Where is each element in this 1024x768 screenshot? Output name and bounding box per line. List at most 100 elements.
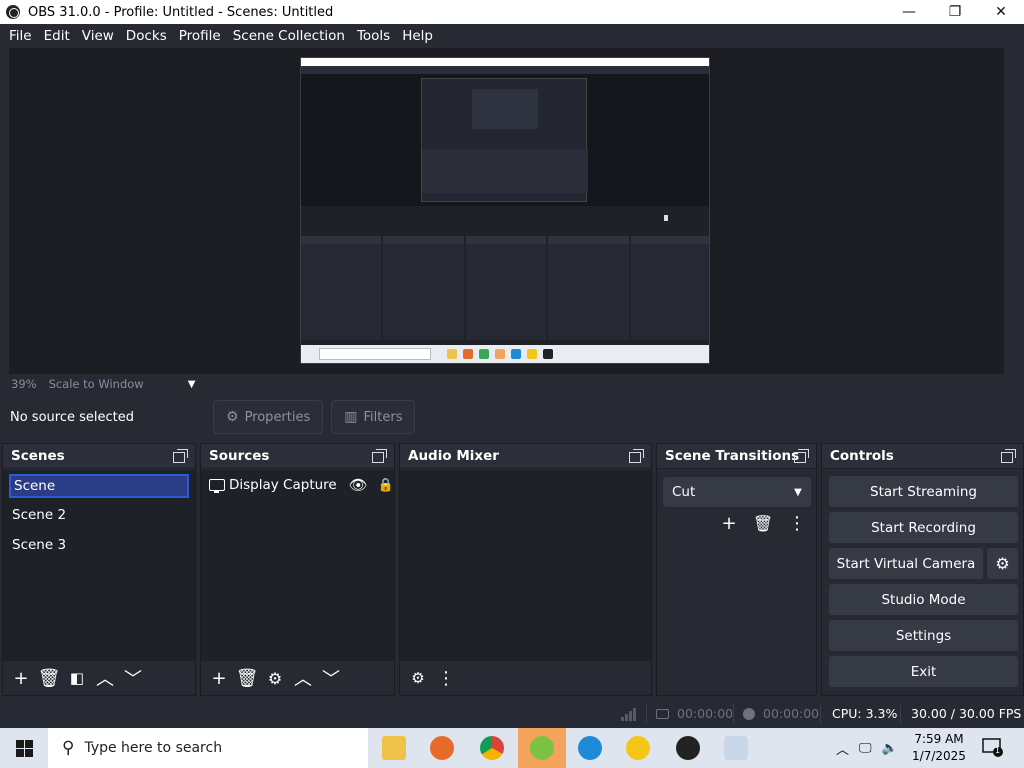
transition-select[interactable]: Cut ▼ [663, 477, 811, 507]
filters-button[interactable]: ▥ Filters [331, 400, 416, 434]
stream-camera-icon [656, 708, 669, 719]
close-button[interactable]: ✕ [978, 0, 1024, 24]
scene-list-item[interactable]: Scene 3 [3, 530, 195, 560]
more-options-icon[interactable]: ⋮ [432, 665, 460, 691]
menu-edit[interactable]: Edit [38, 28, 76, 44]
nested-docks [301, 236, 709, 340]
source-list-item[interactable]: Display Capture 👁 🔒 [201, 470, 394, 500]
filters-label: Filters [363, 409, 403, 425]
cpu-usage: CPU: 3.3% [832, 706, 898, 721]
add-scene-icon[interactable]: + [7, 665, 35, 691]
edge-button[interactable] [566, 728, 614, 768]
signal-bar [633, 708, 636, 721]
sources-list: Display Capture 👁 🔒 [201, 470, 394, 661]
remove-source-icon[interactable]: 🗑 [233, 665, 261, 691]
minimize-button[interactable]: — [886, 0, 932, 24]
undock-icon[interactable] [372, 449, 388, 463]
settings-button[interactable]: Settings [829, 620, 1018, 651]
move-down-icon[interactable]: ﹀ [119, 665, 147, 691]
status-separator [820, 704, 821, 724]
maximize-button[interactable]: ❐ [932, 0, 978, 24]
nested-app [479, 349, 489, 359]
source-properties-gear-icon[interactable]: ⚙ [261, 665, 289, 691]
scale-mode-label[interactable]: Scale to Window [49, 377, 144, 391]
remove-scene-icon[interactable]: 🗑 [35, 665, 63, 691]
scale-dropdown-icon[interactable]: ▼ [188, 379, 196, 390]
nested-preview [301, 74, 709, 206]
undock-icon[interactable] [794, 449, 810, 463]
undock-icon[interactable] [173, 449, 189, 463]
menu-docks[interactable]: Docks [120, 28, 173, 44]
gear-icon: ⚙ [226, 409, 239, 425]
move-up-icon[interactable]: ︿ [91, 665, 119, 691]
scenes-dock-header: Scenes [3, 444, 195, 469]
scene-list-item[interactable]: Scene [9, 474, 189, 498]
nested-dock [301, 236, 382, 340]
move-up-icon[interactable]: ︿ [289, 665, 317, 691]
menu-file[interactable]: File [3, 28, 38, 44]
start-streaming-button[interactable]: Start Streaming [829, 476, 1018, 507]
move-down-icon[interactable]: ﹀ [317, 665, 345, 691]
filters-icon: ▥ [344, 409, 358, 425]
app-button-yellow[interactable] [614, 728, 662, 768]
add-source-icon[interactable]: + [205, 665, 233, 691]
logo-pane [24, 739, 33, 748]
lock-icon[interactable]: 🔒 [378, 478, 394, 493]
notification-bubble-icon [982, 738, 1003, 757]
scenes-toolbar: + 🗑 ◧ ︿ ﹀ [3, 661, 195, 695]
start-button[interactable] [0, 728, 48, 768]
scene-list-item[interactable]: Scene 2 [3, 500, 195, 530]
exit-button[interactable]: Exit [829, 656, 1018, 687]
remove-transition-icon[interactable]: 🗑 [749, 510, 777, 536]
menu-profile[interactable]: Profile [173, 28, 227, 44]
file-explorer-icon [382, 736, 406, 760]
nested-app [543, 349, 553, 359]
signal-bar [621, 717, 624, 721]
visibility-eye-icon[interactable]: 👁 [349, 476, 368, 494]
nested-dock [630, 236, 709, 340]
start-recording-button[interactable]: Start Recording [829, 512, 1018, 543]
window-controls: — ❐ ✕ [886, 0, 1024, 24]
preview-area [0, 48, 1024, 374]
app-button-cloud[interactable] [712, 728, 760, 768]
notification-icon[interactable]: 1 [982, 738, 1004, 758]
clock-date: 1/7/2025 [912, 749, 966, 763]
properties-button[interactable]: ⚙ Properties [213, 400, 324, 434]
record-time: 00:00:00 [763, 706, 820, 721]
start-virtual-camera-button[interactable]: Start Virtual Camera [829, 548, 983, 579]
status-separator [900, 704, 901, 724]
audio-mixer-area [400, 470, 651, 661]
chevron-up-icon[interactable]: ︿ [836, 739, 849, 758]
stream-time: 00:00:00 [677, 706, 734, 721]
preview-canvas[interactable] [9, 48, 1004, 374]
audio-mixer-dock-title: Audio Mixer [408, 448, 499, 464]
advanced-audio-gear-icon[interactable]: ⚙ [404, 665, 432, 691]
network-icon[interactable]: 🖵 [859, 741, 872, 756]
display-capture-preview [300, 57, 710, 364]
obs-button[interactable] [664, 728, 712, 768]
virtual-camera-gear-icon[interactable]: ⚙ [987, 548, 1018, 579]
transition-more-icon[interactable]: ⋮ [783, 510, 811, 536]
scene-filters-icon[interactable]: ◧ [63, 665, 91, 691]
taskbar-search[interactable]: ⚲ Type here to search [48, 728, 368, 768]
nested-dock [383, 236, 464, 340]
firefox-button[interactable] [418, 728, 466, 768]
menu-scene-collection[interactable]: Scene Collection [227, 28, 351, 44]
studio-mode-button[interactable]: Studio Mode [829, 584, 1018, 615]
menu-tools[interactable]: Tools [351, 28, 396, 44]
menu-view[interactable]: View [76, 28, 120, 44]
chrome-button[interactable] [468, 728, 516, 768]
undock-icon[interactable] [1001, 449, 1017, 463]
undock-icon[interactable] [629, 449, 645, 463]
file-explorer-button[interactable] [370, 728, 418, 768]
preview-scale-bar: 39% Scale to Window ▼ [0, 374, 1024, 394]
menu-help[interactable]: Help [396, 28, 439, 44]
add-transition-icon[interactable]: + [715, 510, 743, 536]
taskbar-clock[interactable]: 7:59 AM 1/7/2025 [908, 731, 970, 765]
nested-app [527, 349, 537, 359]
volume-icon[interactable]: 🔈 [882, 741, 898, 756]
active-app-button[interactable] [518, 728, 566, 768]
signal-bar [625, 714, 628, 721]
nested-inner-preview [421, 78, 588, 202]
windows-logo-icon [15, 739, 33, 757]
